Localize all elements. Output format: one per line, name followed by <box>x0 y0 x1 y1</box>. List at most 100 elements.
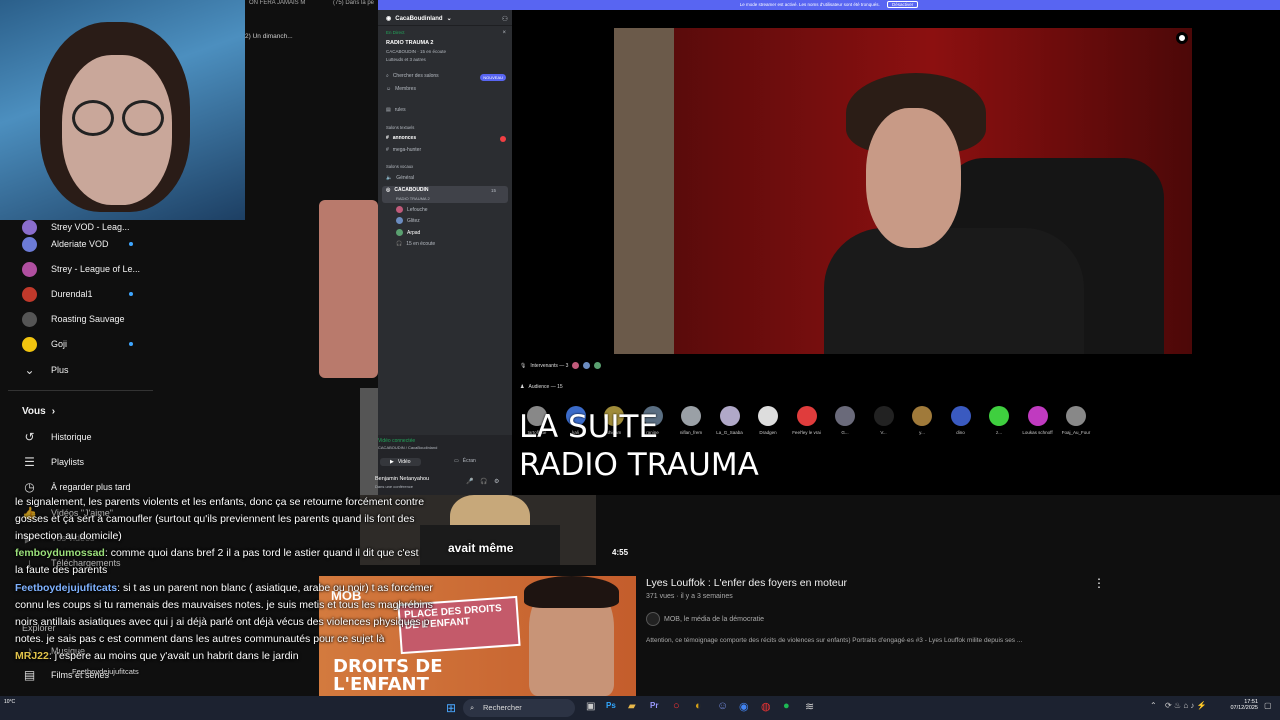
clock[interactable]: 17:51 07/12/2025 <box>1226 699 1258 711</box>
audience-name: y... <box>919 430 925 435</box>
chat-message: inspection au domicile) <box>15 530 122 542</box>
listeners-row[interactable]: 🎧 15 en écoute <box>396 241 435 247</box>
sidebar-sub-5[interactable]: Goji <box>22 333 133 355</box>
channel-avatar <box>22 311 37 327</box>
audience-avatar[interactable] <box>912 406 932 426</box>
spotify-icon[interactable]: ● <box>783 700 790 712</box>
tray-icons[interactable]: ⟳ ♨ ⌂ ♪ ⚡ <box>1165 701 1207 710</box>
channel-rules[interactable]: ▤ rules <box>386 107 406 113</box>
stage-channel-name[interactable]: ◎ CACABOUDIN <box>386 187 429 193</box>
rules-icon: ▤ <box>386 107 391 113</box>
audience-avatar[interactable] <box>1027 406 1048 426</box>
sidebar-sub-1[interactable]: Alderiate VOD <box>22 233 133 255</box>
discord-icon[interactable]: ☺ <box>717 700 728 712</box>
audience-avatar[interactable] <box>758 406 778 426</box>
category-text[interactable]: Salons textuels <box>386 125 414 130</box>
channel-search[interactable]: ⌕ Chercher des salons <box>386 73 439 79</box>
audience-avatar[interactable] <box>950 406 971 426</box>
you-section-header[interactable]: Vous › <box>22 400 55 422</box>
taskbar-search[interactable]: ⌕ Rechercher <box>463 699 575 717</box>
member-row[interactable]: Glitez <box>396 217 420 224</box>
speaker-icon: 🔈 <box>386 175 393 181</box>
channel-general[interactable]: 🔈 Général <box>386 175 414 181</box>
channel-announcements[interactable]: # annonces <box>386 135 416 141</box>
stage-icon: ◎ <box>386 187 391 193</box>
sidebar-more[interactable]: ⌄ Plus <box>22 359 68 381</box>
headphones-icon[interactable]: 🎧 <box>480 478 487 485</box>
channel-avatar <box>22 286 37 302</box>
video-title-fragment[interactable]: 2) Un dimanch... <box>245 33 293 40</box>
user-name[interactable]: Benjamin Netanyahou <box>375 476 429 482</box>
chat-text: : comme quoi dans bref 2 il a pas tord l… <box>104 547 419 559</box>
more-vert-icon[interactable]: ⋮ <box>1093 576 1105 590</box>
disable-button[interactable]: Désactiver <box>886 1 919 8</box>
chat-message: femboydumossad: comme quoi dans bref 2 i… <box>15 547 419 559</box>
fullscreen-icon[interactable] <box>1176 32 1188 44</box>
playlist-icon: ☰ <box>24 455 35 469</box>
history-icon: ↺ <box>24 430 35 444</box>
members-item[interactable]: ☺ Membres <box>386 86 416 92</box>
chat-text: inspection au domicile) <box>15 530 122 542</box>
audience-avatar[interactable] <box>989 406 1009 426</box>
premiere-icon[interactable]: Pr <box>650 701 658 710</box>
clock-icon: ◷ <box>24 480 35 494</box>
members-icon: ☺ <box>386 86 392 92</box>
app-icon[interactable]: ◐ <box>695 700 702 712</box>
member-row[interactable]: Arpad <box>396 229 420 236</box>
divider <box>378 25 512 26</box>
audience-avatar[interactable] <box>796 406 817 426</box>
user-status: Dans une conférence <box>375 484 414 489</box>
audience-name: V... <box>880 430 887 435</box>
file-explorer-icon[interactable]: ▰ <box>628 701 636 712</box>
app-icon[interactable]: ≋ <box>805 700 814 713</box>
sidebar-sub-3[interactable]: Durendal1 <box>22 283 133 305</box>
channel-mega-hunter[interactable]: # mega-hunter <box>386 147 421 153</box>
audience-avatar[interactable] <box>873 406 894 426</box>
opera-icon[interactable]: ○ <box>673 700 680 712</box>
avatar <box>594 362 602 369</box>
mic-icon[interactable]: 🎤 <box>466 478 473 485</box>
new-badge: NOUVEAU <box>480 74 506 81</box>
tray-chevron-icon[interactable]: ⌃ <box>1150 701 1157 710</box>
channel-avatar <box>22 336 37 352</box>
video-thumbnail[interactable] <box>319 200 378 378</box>
sidebar-watch-later[interactable]: ◷ À regarder plus tard <box>22 476 130 498</box>
gear-icon[interactable]: ⚙ <box>494 478 499 485</box>
camera-icon: ▶ <box>390 459 394 465</box>
thumbnail-hair <box>524 576 619 608</box>
stage-title[interactable]: RADIO TRAUMA 2 <box>386 40 433 46</box>
overlay-line-2: RADIO TRAUMA <box>519 447 759 483</box>
video-title[interactable]: Lyes Louffok : L'enfer des foyers en mot… <box>646 577 847 589</box>
sidebar-sub-4[interactable]: Roasting Sauvage <box>22 308 125 330</box>
chevron-down-icon: ⌄ <box>24 363 35 377</box>
task-view-icon[interactable]: ▣ <box>586 701 595 712</box>
invite-icon[interactable]: ⚇ <box>502 15 508 23</box>
new-content-dot <box>129 242 133 246</box>
category-voice[interactable]: Salons vocaux <box>386 164 413 169</box>
chrome-icon[interactable]: ◉ <box>739 700 749 713</box>
tab-title-2[interactable]: (75) Dans la pe <box>333 0 374 6</box>
windows-start-icon[interactable]: ⊞ <box>446 701 456 715</box>
member-row[interactable]: Lefouche <box>396 206 428 213</box>
tab-title-1[interactable]: ON FERA JAMAIS M <box>249 0 305 6</box>
server-name[interactable]: ◉ CacaBoudinland ⌄ <box>386 15 452 23</box>
chat-text: noirs antillais asiatiques avec qui j ai… <box>15 616 430 628</box>
photoshop-icon[interactable]: Ps <box>606 701 616 710</box>
app-icon[interactable]: ◍ <box>761 700 771 713</box>
audience-avatar[interactable] <box>835 406 855 426</box>
audience-icon: ♟ <box>520 384 525 390</box>
video-channel[interactable]: MOB, le média de la démocratie <box>646 612 764 626</box>
channel-avatar <box>22 261 37 277</box>
audience-avatar[interactable] <box>1066 406 1086 426</box>
sidebar-history[interactable]: ↺ Historique <box>22 426 91 448</box>
chat-message: MRJ22: j'espère au moins que y'avait un … <box>15 650 299 662</box>
speaker-webcam[interactable] <box>614 28 1192 354</box>
notification-icon[interactable]: ▢ <box>1264 701 1272 710</box>
video-button[interactable]: ▶ Vidéo <box>380 458 421 466</box>
weather-widget[interactable]: 10°C <box>4 699 15 705</box>
sidebar-playlists[interactable]: ☰ Playlists <box>22 451 84 473</box>
headphones-icon: 🎧 <box>396 241 403 247</box>
screen-button[interactable]: ▭ Écran <box>454 458 476 464</box>
sidebar-sub-2[interactable]: Strey - League of Le... <box>22 258 140 280</box>
close-icon[interactable]: × <box>502 30 506 36</box>
